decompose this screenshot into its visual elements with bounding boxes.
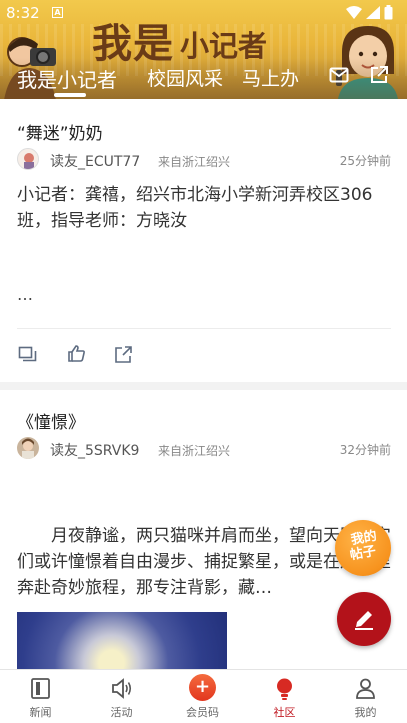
avatar[interactable]	[17, 148, 39, 170]
nav-member-code-label: 会员码	[186, 706, 219, 719]
username[interactable]: 读友_ECUT77	[50, 151, 140, 171]
pencil-icon	[355, 611, 373, 630]
status-time: 8:32	[6, 4, 40, 22]
bottom-navigation: 新闻 活动 + 会员码 社区 我的	[0, 669, 407, 723]
category-tabs: 我是小记者 校园风采 马上办	[0, 60, 407, 97]
share-icon[interactable]	[369, 65, 389, 85]
speaker-icon	[112, 678, 132, 699]
nav-profile-label: 我的	[354, 706, 377, 719]
post-time: 32分钟前	[339, 443, 391, 457]
post-location: 来自浙江绍兴	[158, 444, 231, 458]
nav-member-code[interactable]: + 会员码	[162, 670, 243, 723]
post-title[interactable]: 《憧憬》	[17, 408, 85, 433]
mail-icon[interactable]	[329, 65, 349, 85]
post-time: 25分钟前	[339, 154, 391, 168]
post-title[interactable]: “舞迷”奶奶	[17, 119, 103, 144]
share-icon[interactable]	[114, 345, 133, 364]
post-location: 来自浙江绍兴	[158, 155, 231, 169]
battery-icon	[384, 5, 393, 20]
nav-community[interactable]: 社区	[244, 670, 325, 723]
post-body[interactable]: 小记者：龚禧，绍兴市北海小学新河弄校区306班，指导老师：方晓汝	[17, 182, 391, 234]
signal-icon	[366, 6, 380, 19]
tab-do-it-now[interactable]: 马上办	[242, 64, 299, 91]
header-banner: 我是 小记者 8:32 A 我是小记者 校园风采 马上办	[0, 0, 407, 99]
nav-news-label: 新闻	[29, 706, 52, 719]
avatar[interactable]	[17, 437, 39, 459]
status-icons	[346, 5, 393, 20]
nav-activity-label: 活动	[110, 706, 133, 719]
username[interactable]: 读友_5SRVK9	[50, 440, 139, 460]
avatar-image	[22, 438, 34, 459]
nav-activity[interactable]: 活动	[81, 670, 162, 723]
nav-community-label: 社区	[273, 706, 296, 719]
plus-icon: +	[189, 674, 216, 701]
post-feed[interactable]: “舞迷”奶奶 读友_ECUT77 来自浙江绍兴 25分钟前 小记者：龚禧，绍兴市…	[0, 99, 407, 669]
news-icon	[31, 678, 50, 699]
tab-reporter[interactable]: 我是小记者	[17, 64, 117, 93]
wifi-icon	[346, 6, 362, 19]
my-posts-button[interactable]: 我的 帖子	[335, 520, 391, 576]
tab-campus[interactable]: 校园风采	[147, 64, 223, 91]
app-notification-icon: A	[52, 7, 63, 18]
post-card[interactable]: “舞迷”奶奶 读友_ECUT77 来自浙江绍兴 25分钟前 小记者：龚禧，绍兴市…	[0, 99, 407, 382]
active-tab-indicator	[54, 93, 86, 97]
status-bar: 8:32 A	[0, 0, 407, 26]
nav-news[interactable]: 新闻	[0, 670, 81, 723]
lightbulb-icon	[277, 678, 292, 700]
post-more-ellipsis: …	[17, 285, 33, 304]
nav-profile[interactable]: 我的	[325, 670, 406, 723]
person-icon	[356, 678, 375, 699]
post-image[interactable]	[17, 612, 227, 669]
like-icon[interactable]	[67, 344, 86, 363]
avatar-image	[24, 153, 34, 169]
divider	[17, 328, 391, 329]
comment-icon[interactable]	[18, 345, 37, 364]
compose-button[interactable]	[337, 592, 391, 646]
